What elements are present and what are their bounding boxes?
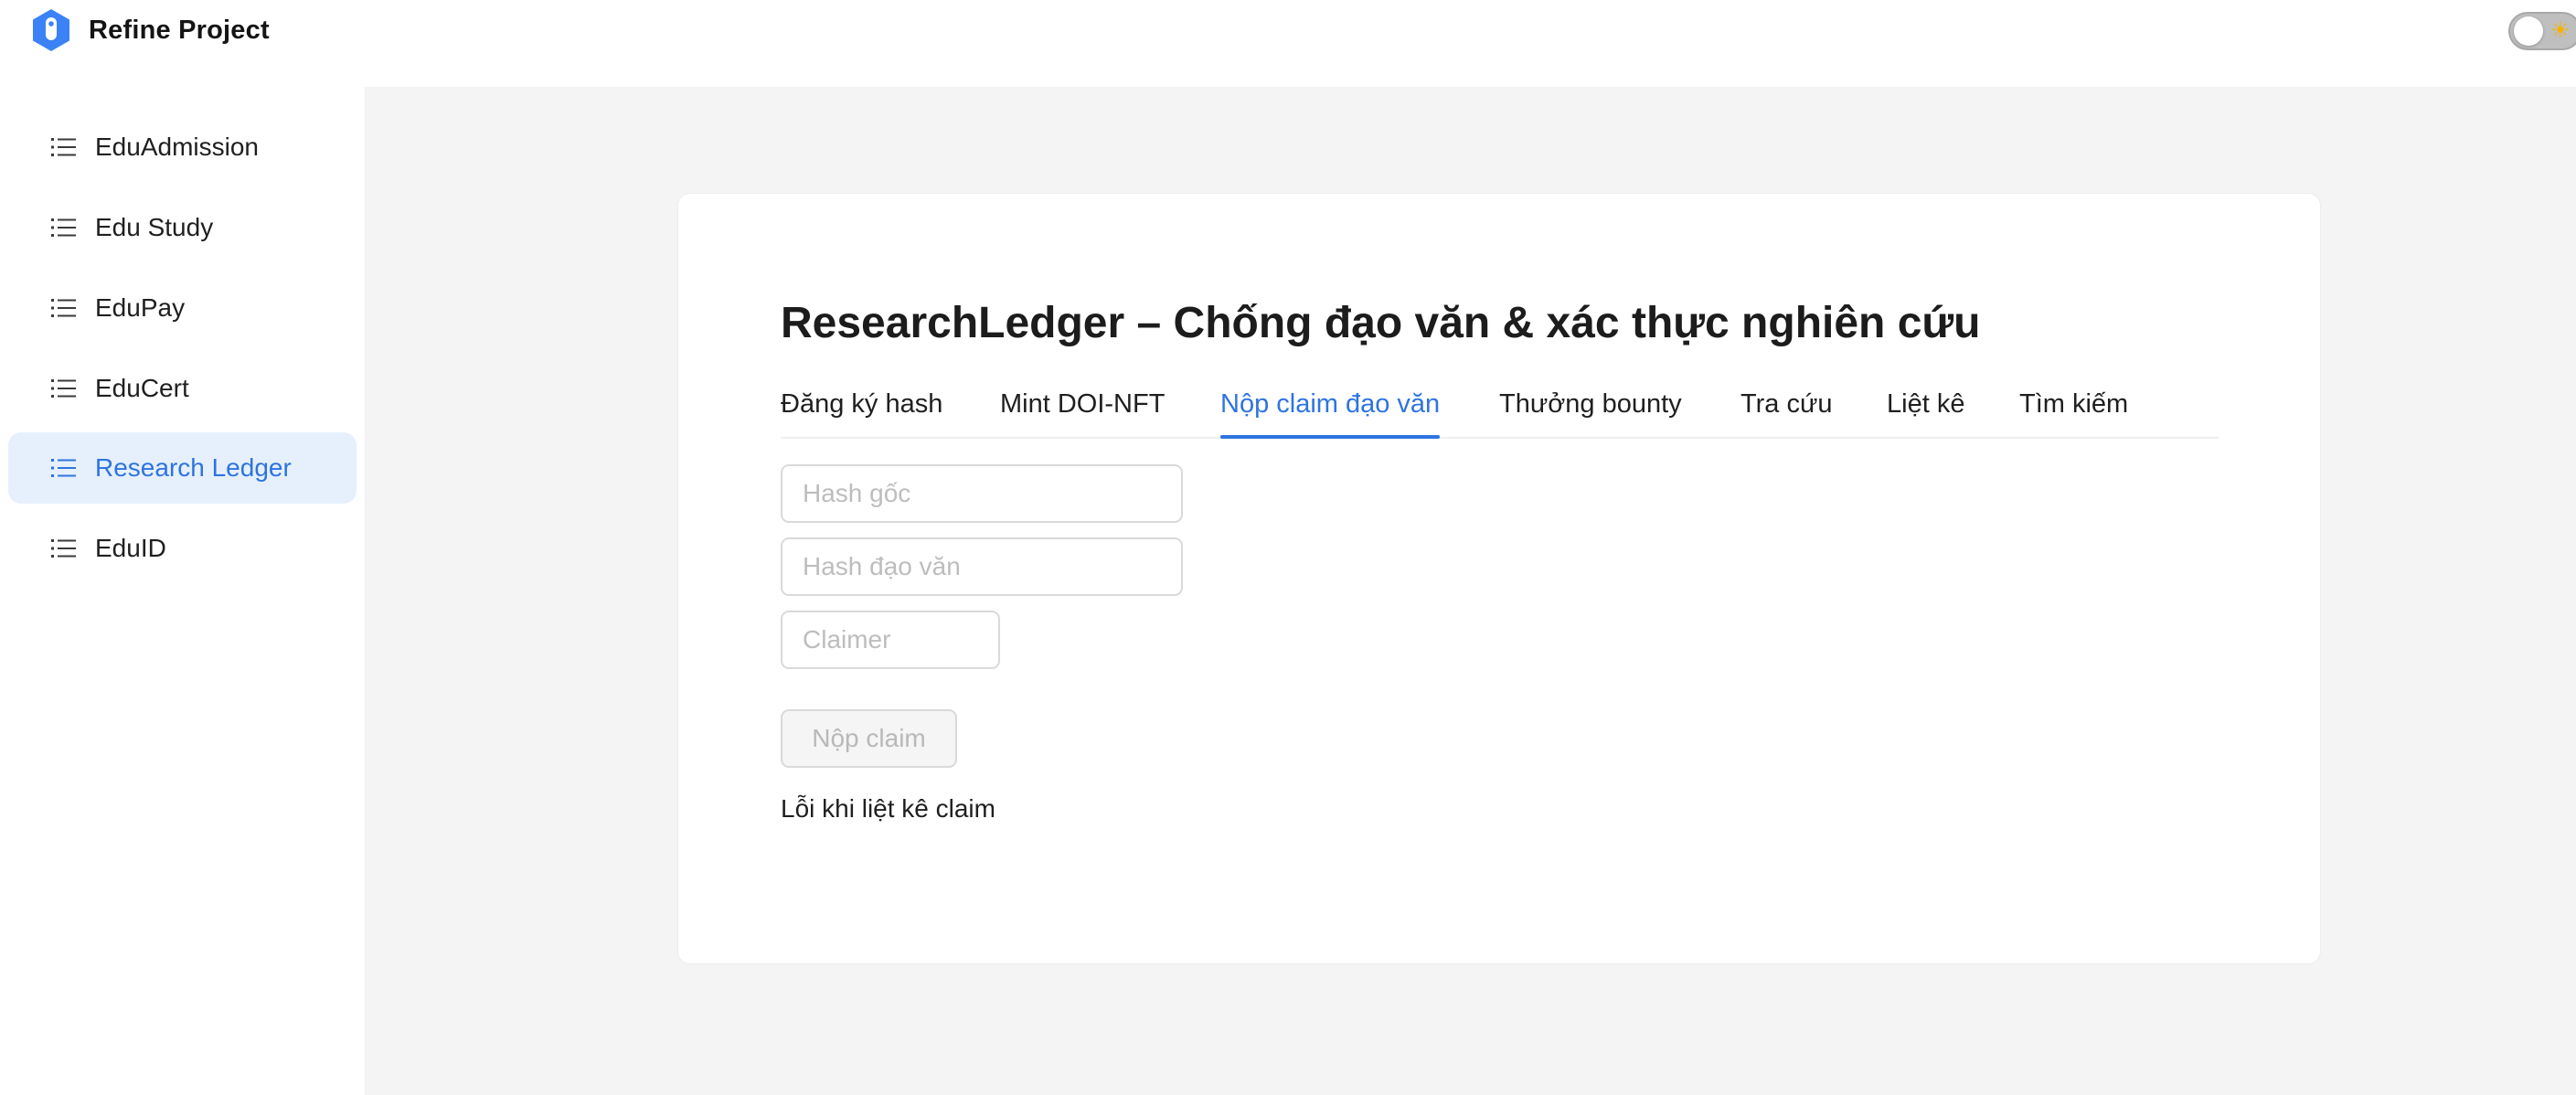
list-icon bbox=[51, 539, 76, 558]
tab-reward-bounty[interactable]: Thưởng bounty bbox=[1499, 386, 1682, 437]
sidebar-item-educert[interactable]: EduCert bbox=[8, 353, 357, 424]
submit-claim-button[interactable]: Nộp claim bbox=[781, 709, 957, 768]
sidebar-item-edu-study[interactable]: Edu Study bbox=[8, 192, 357, 263]
page-title: ResearchLedger – Chống đạo văn & xác thự… bbox=[781, 299, 1981, 347]
tab-list[interactable]: Liệt kê bbox=[1887, 386, 1964, 437]
claimer-input[interactable] bbox=[781, 611, 1000, 669]
sidebar-item-label: EduPay bbox=[95, 293, 186, 322]
refine-logo-icon bbox=[28, 7, 74, 53]
list-icon bbox=[51, 379, 76, 398]
sidebar-item-label: EduID bbox=[95, 534, 166, 562]
original-hash-input[interactable] bbox=[781, 464, 1183, 523]
sidebar-item-label: EduCert bbox=[95, 374, 189, 402]
list-icon bbox=[51, 299, 76, 317]
tab-lookup[interactable]: Tra cứu bbox=[1740, 386, 1833, 437]
list-icon bbox=[51, 138, 76, 156]
tab-mint-doi-nft[interactable]: Mint DOI-NFT bbox=[1000, 386, 1165, 437]
toggle-knob bbox=[2514, 16, 2543, 46]
brand[interactable]: Refine Project bbox=[28, 7, 270, 53]
sidebar-item-research-ledger[interactable]: Research Ledger bbox=[8, 432, 357, 504]
sidebar-item-eduadmission[interactable]: EduAdmission bbox=[8, 112, 357, 183]
theme-toggle[interactable]: ☀ bbox=[2508, 12, 2576, 50]
plagiarized-hash-input[interactable] bbox=[781, 537, 1183, 596]
app-header: Refine Project ☀ bbox=[0, 0, 2576, 87]
list-icon bbox=[51, 459, 76, 477]
sidebar-item-edupay[interactable]: EduPay bbox=[8, 272, 357, 344]
content-card: ResearchLedger – Chống đạo văn & xác thự… bbox=[677, 193, 2321, 964]
sidebar-item-label: Research Ledger bbox=[95, 453, 292, 482]
tab-bar: Đăng ký hash Mint DOI-NFT Nộp claim đạo … bbox=[781, 386, 2219, 439]
tab-submit-plagiarism-claim[interactable]: Nộp claim đạo văn bbox=[1220, 386, 1441, 439]
sun-icon: ☀ bbox=[2550, 18, 2571, 43]
tab-search[interactable]: Tìm kiếm bbox=[2019, 386, 2128, 437]
app-title: Refine Project bbox=[89, 15, 270, 45]
sidebar: EduAdmission Edu Study EduPay EduCert Re… bbox=[0, 87, 366, 1095]
main-content: ResearchLedger – Chống đạo văn & xác thự… bbox=[366, 87, 2576, 1095]
list-icon bbox=[51, 218, 76, 237]
sidebar-item-eduid[interactable]: EduID bbox=[8, 513, 357, 584]
sidebar-item-label: EduAdmission bbox=[95, 133, 259, 161]
sidebar-item-label: Edu Study bbox=[95, 213, 214, 241]
tab-register-hash[interactable]: Đăng ký hash bbox=[781, 386, 942, 437]
error-message: Lỗi khi liệt kê claim bbox=[781, 794, 995, 823]
